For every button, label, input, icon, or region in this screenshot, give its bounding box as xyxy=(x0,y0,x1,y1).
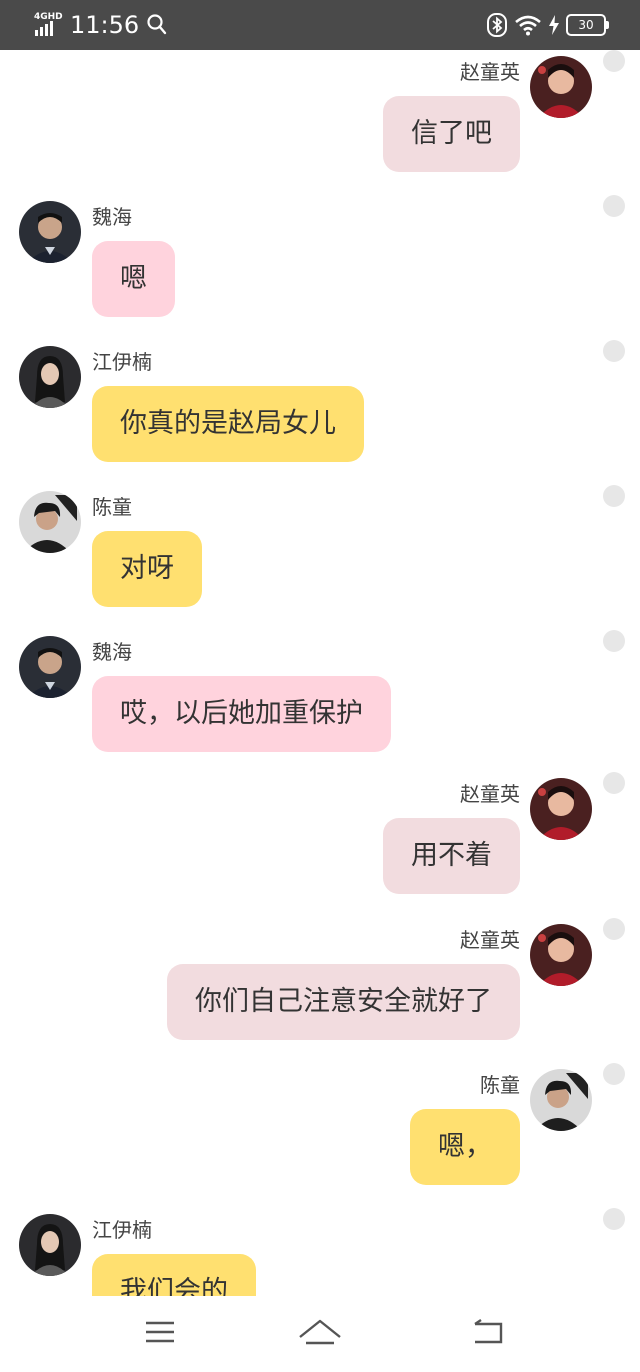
message-item: 赵童英 信了吧 xyxy=(0,50,640,195)
avatar-jiang-yinan[interactable] xyxy=(19,346,81,408)
navigation-bar xyxy=(0,1296,640,1372)
message-item: 赵童英 你们自己注意安全就好了 xyxy=(0,918,640,1063)
signal-icon: 4GHD xyxy=(34,12,63,38)
select-checkbox[interactable] xyxy=(603,1063,625,1085)
back-button[interactable] xyxy=(458,1312,518,1352)
select-checkbox[interactable] xyxy=(603,50,625,72)
avatar-chen-tong[interactable] xyxy=(19,491,81,553)
avatar-chen-tong[interactable] xyxy=(530,1069,592,1131)
clock: 11:56 xyxy=(70,11,140,39)
select-checkbox[interactable] xyxy=(603,195,625,217)
avatar-jiang-yinan[interactable] xyxy=(19,1214,81,1276)
message-bubble[interactable]: 信了吧 xyxy=(383,96,520,172)
select-checkbox[interactable] xyxy=(603,630,625,652)
message-item: 魏海 嗯 xyxy=(0,195,640,340)
status-bar: 4GHD 11:56 30 xyxy=(0,0,640,50)
message-bubble[interactable]: 嗯 xyxy=(92,241,175,317)
sender-name: 江伊楠 xyxy=(92,350,152,374)
chat-area[interactable]: 赵童英 信了吧 魏海 嗯 江伊楠 你真的是赵局女儿 陈童 对呀 魏海 哎，以后她… xyxy=(0,50,640,1296)
avatar-zhao-tongying[interactable] xyxy=(530,778,592,840)
menu-icon xyxy=(146,1321,174,1343)
bluetooth-icon xyxy=(487,13,507,37)
select-checkbox[interactable] xyxy=(603,485,625,507)
message-bubble[interactable]: 嗯， xyxy=(410,1109,520,1185)
message-item: 陈童 嗯， xyxy=(0,1063,640,1208)
sender-name: 江伊楠 xyxy=(92,1218,152,1242)
avatar-wei-hai[interactable] xyxy=(19,636,81,698)
home-button[interactable] xyxy=(290,1312,350,1352)
select-checkbox[interactable] xyxy=(603,1208,625,1230)
message-bubble[interactable]: 哎，以后她加重保护 xyxy=(92,676,391,752)
sender-name: 赵童英 xyxy=(460,60,520,84)
avatar-wei-hai[interactable] xyxy=(19,201,81,263)
charging-icon xyxy=(549,15,559,35)
message-bubble[interactable]: 你真的是赵局女儿 xyxy=(92,386,364,462)
message-item: 江伊楠 我们会的 xyxy=(0,1208,640,1296)
sender-name: 魏海 xyxy=(92,640,132,664)
message-bubble[interactable]: 你们自己注意安全就好了 xyxy=(167,964,520,1040)
message-item: 江伊楠 你真的是赵局女儿 xyxy=(0,340,640,485)
select-checkbox[interactable] xyxy=(603,772,625,794)
status-left: 4GHD 11:56 xyxy=(34,10,167,40)
back-icon xyxy=(474,1319,503,1344)
message-item: 魏海 哎，以后她加重保护 xyxy=(0,630,640,775)
select-checkbox[interactable] xyxy=(603,918,625,940)
avatar-zhao-tongying[interactable] xyxy=(530,924,592,986)
home-icon xyxy=(299,1319,341,1345)
select-checkbox[interactable] xyxy=(603,340,625,362)
status-right: 30 xyxy=(486,12,609,38)
sender-name: 魏海 xyxy=(92,205,132,229)
menu-button[interactable] xyxy=(130,1312,190,1352)
sender-name: 赵童英 xyxy=(460,928,520,952)
message-bubble[interactable]: 我们会的 xyxy=(92,1254,256,1296)
wifi-icon xyxy=(515,15,541,36)
battery-icon: 30 xyxy=(566,14,609,36)
sender-name: 陈童 xyxy=(480,1073,520,1097)
sender-name: 陈童 xyxy=(92,495,132,519)
message-item: 陈童 对呀 xyxy=(0,485,640,630)
message-item: 赵童英 用不着 xyxy=(0,772,640,917)
message-bubble[interactable]: 对呀 xyxy=(92,531,202,607)
avatar-zhao-tongying[interactable] xyxy=(530,56,592,118)
sender-name: 赵童英 xyxy=(460,782,520,806)
search-icon xyxy=(147,14,167,35)
message-bubble[interactable]: 用不着 xyxy=(383,818,520,894)
